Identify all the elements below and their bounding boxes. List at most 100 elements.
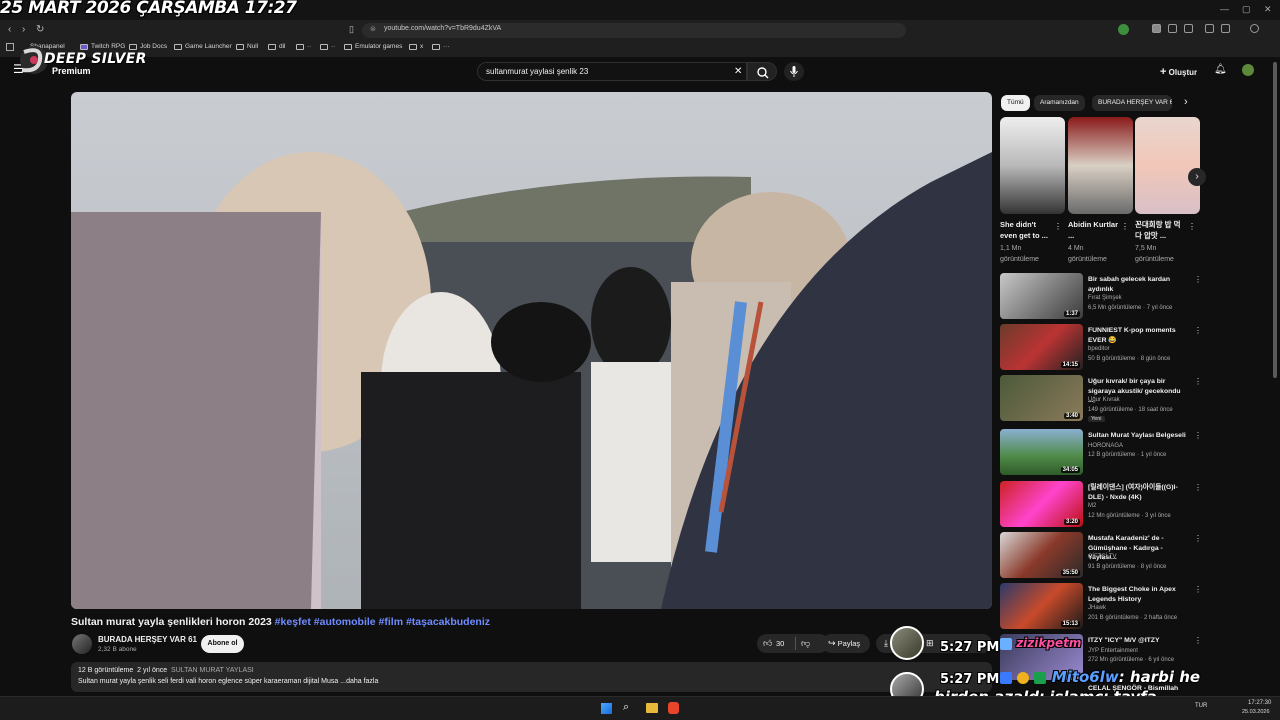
video-frame: [71, 92, 992, 609]
list-item[interactable]: 3:40 Uğur kıvrak/ bir çaya bir sigaraya …: [1000, 375, 1202, 423]
file-explorer-icon[interactable]: [646, 703, 658, 713]
channel-name: Fırat Şimşek: [1088, 295, 1122, 301]
more-options-icon[interactable]: ⋮: [1194, 636, 1202, 645]
premium-label: Premium: [52, 66, 91, 76]
short-thumbnail[interactable]: [1000, 117, 1065, 214]
short-title[interactable]: She didn't even get to ...: [1000, 219, 1052, 241]
list-item[interactable]: 14:15 FUNNIEST K-pop moments EVER 😂 bped…: [1000, 324, 1202, 372]
divider: [795, 637, 796, 650]
bookmark-item[interactable]: Twitch RPG: [80, 43, 125, 50]
profile-icon[interactable]: [1118, 24, 1129, 35]
extension-icon[interactable]: [1152, 24, 1161, 33]
bookmark-item[interactable]: Null: [236, 43, 258, 50]
tray-time[interactable]: 17:27:30: [1248, 700, 1271, 706]
search-input[interactable]: sultanmurat yaylasi şenlik 23 ✕: [477, 62, 747, 81]
extension-icon[interactable]: [1221, 24, 1230, 33]
tray-date[interactable]: 25.03.2026: [1242, 709, 1270, 715]
bookmark-item[interactable]: x: [409, 43, 423, 50]
more-options-icon[interactable]: ⋮: [1194, 377, 1202, 386]
hashtags-link[interactable]: #keşfet #automobile #film #taşacakbudeni…: [275, 616, 490, 628]
close-icon[interactable]: ✕: [1264, 4, 1272, 15]
more-options-icon[interactable]: ⋮: [1194, 534, 1202, 543]
chip-from-search[interactable]: Aramanızdan: [1034, 95, 1085, 111]
more-options-icon[interactable]: ⋮: [1194, 585, 1202, 594]
bookmark-icon[interactable]: ▯: [349, 24, 354, 35]
search-icon[interactable]: ⌕: [623, 701, 629, 714]
badge-icon: [1000, 637, 1012, 650]
url-text: youtube.com/watch?v=TbR9du4ZkVA: [384, 25, 502, 32]
chip-all[interactable]: Tümü: [1001, 95, 1030, 111]
short-thumbnail[interactable]: [1068, 117, 1133, 214]
subscribe-button[interactable]: Abone ol: [201, 635, 244, 653]
chip-channel[interactable]: BURADA HERŞEY VAR 6: [1092, 95, 1172, 111]
address-bar[interactable]: ⊜ youtube.com/watch?v=TbR9du4ZkVA: [362, 23, 906, 38]
video-title: FUNNIEST K-pop moments EVER 😂: [1088, 327, 1176, 344]
language-indicator[interactable]: TUR: [1195, 703, 1207, 709]
extension-icon[interactable]: [1168, 24, 1177, 33]
bookmark-item[interactable]: Job Docs: [129, 43, 167, 50]
channel-avatar[interactable]: [72, 634, 92, 654]
like-dislike-group: 👍︎ 30 👎︎: [757, 634, 829, 653]
extension-icon[interactable]: [1184, 24, 1193, 33]
list-item[interactable]: 3:20 [릴레이댄스] (여자)아이들((G)I-DLE) - Nxde (4…: [1000, 481, 1202, 529]
maximize-icon[interactable]: ▢: [1242, 4, 1251, 15]
clear-search-icon[interactable]: ✕: [734, 66, 742, 77]
video-title: The Biggest Choke in Apex Legends Histor…: [1088, 586, 1176, 603]
new-badge: Yeni: [1088, 416, 1105, 422]
more-options-icon[interactable]: ⋮: [1188, 222, 1196, 231]
channel-name[interactable]: BURADA HERŞEY VAR 61: [98, 635, 197, 644]
more-options-icon[interactable]: ⋮: [1194, 275, 1202, 284]
video-thumbnail: 14:15: [1000, 324, 1083, 370]
avatar[interactable]: [1242, 64, 1254, 76]
forward-icon[interactable]: ›: [22, 24, 25, 35]
site-info-icon[interactable]: ⊜: [370, 25, 376, 33]
minimize-icon[interactable]: —: [1220, 4, 1229, 14]
thumbs-up-icon[interactable]: 👍︎: [763, 634, 772, 653]
windows-start-icon[interactable]: [601, 703, 612, 714]
extension-icon[interactable]: [1205, 24, 1214, 33]
download-icon[interactable]: ⤓: [884, 634, 888, 653]
more-options-icon[interactable]: ⋮: [1194, 326, 1202, 335]
short-title[interactable]: Abidin Kurtlar ...: [1068, 219, 1120, 241]
bookmark-item[interactable]: ··: [320, 43, 335, 50]
video-meta: 201 B görüntüleme · 2 hafta önce: [1088, 615, 1178, 621]
back-icon[interactable]: ‹: [8, 24, 11, 35]
video-meta: 91 B görüntüleme · 8 yıl önce: [1088, 564, 1167, 570]
bookmark-item[interactable]: Game Launcher: [174, 43, 232, 50]
deep-silver-overlay: DEEP SILVER: [44, 51, 147, 67]
chevron-right-icon[interactable]: ›: [1188, 168, 1206, 186]
bookmark-item[interactable]: ··: [296, 43, 311, 50]
list-item[interactable]: 1:37 Bir sabah gelecek kardan aydınlık F…: [1000, 273, 1202, 321]
more-options-icon[interactable]: ⋮: [1121, 222, 1129, 231]
channel-name: JYP Entertainment: [1088, 648, 1138, 654]
reload-icon[interactable]: ↻: [36, 24, 44, 35]
folder-icon: [129, 43, 137, 50]
bookmark-item[interactable]: dil: [268, 43, 286, 50]
short-thumbnail[interactable]: [1135, 117, 1200, 214]
description-box[interactable]: 12 B görüntüleme 2 yıl önce SULTAN MURAT…: [71, 662, 992, 692]
account-icon[interactable]: [1250, 24, 1259, 33]
more-options-icon[interactable]: ⋮: [1194, 431, 1202, 440]
apps-icon[interactable]: [6, 43, 14, 51]
notifications-bell-icon[interactable]: 🔔︎: [1214, 64, 1227, 75]
save-icon[interactable]: ⊞: [926, 634, 934, 653]
search-button[interactable]: [747, 62, 777, 81]
thumbs-down-icon[interactable]: 👎︎: [801, 634, 810, 653]
list-item[interactable]: 15:13 The Biggest Choke in Apex Legends …: [1000, 583, 1202, 631]
video-player[interactable]: [71, 92, 992, 609]
short-title[interactable]: 꼰대희랑 밥 먹다 압맛 ...: [1135, 219, 1187, 241]
scrollbar[interactable]: [1273, 62, 1277, 378]
chevron-right-icon[interactable]: ›: [1184, 96, 1188, 108]
video-thumbnail: 15:13: [1000, 583, 1083, 629]
more-options-icon[interactable]: ⋮: [1054, 222, 1062, 231]
create-button[interactable]: + Oluştur: [1160, 66, 1197, 78]
more-options-icon[interactable]: ⋮: [1194, 483, 1202, 492]
bookmark-item[interactable]: ···: [432, 43, 450, 50]
list-item[interactable]: 34:05 Sultan Murat Yaylası Belgeseli HOR…: [1000, 429, 1202, 477]
bookmark-item[interactable]: Emulator games: [344, 43, 402, 50]
voice-search-button[interactable]: [784, 62, 804, 81]
list-item[interactable]: 35:50 Mustafa Karadeniz' de - Gümüşhane …: [1000, 532, 1202, 580]
duration-badge: 3:40: [1063, 413, 1080, 419]
share-button[interactable]: ↪ Paylaş: [822, 634, 870, 653]
brave-browser-icon[interactable]: [668, 702, 679, 714]
